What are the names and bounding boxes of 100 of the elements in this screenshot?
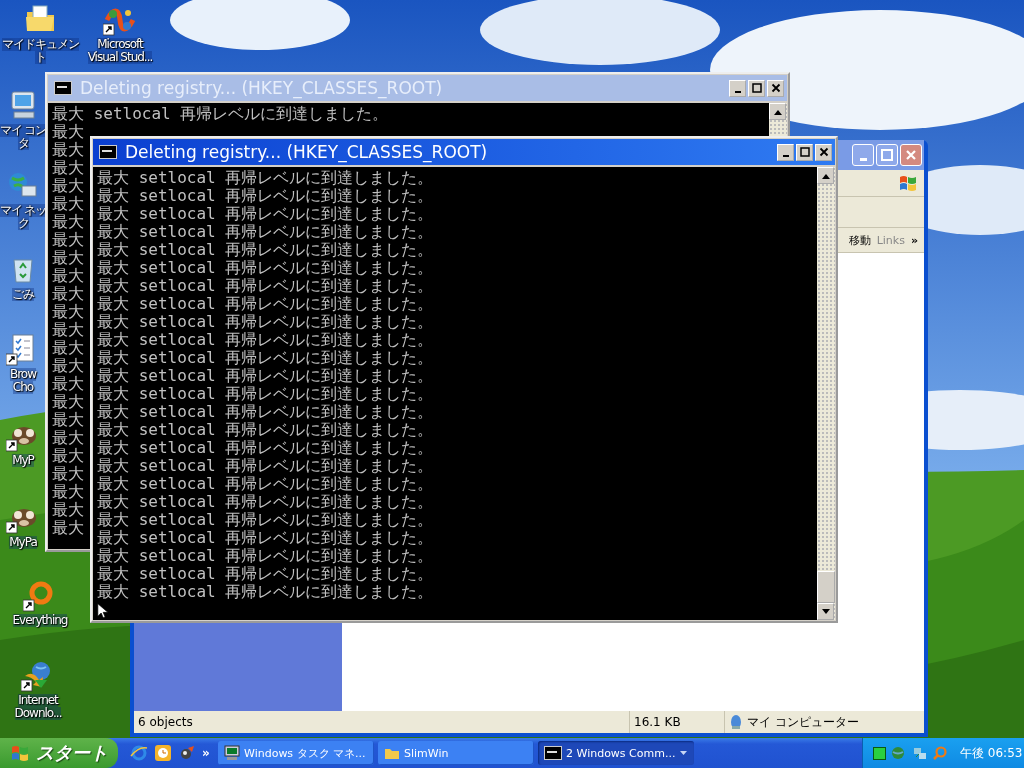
minimize-button[interactable] xyxy=(729,79,746,97)
icon-label: Visual Stud... xyxy=(87,51,153,64)
console-line: 最大 xyxy=(52,429,84,447)
computer-icon xyxy=(729,714,743,730)
icon-label: タ xyxy=(17,137,29,150)
console-line: 最大 xyxy=(52,177,84,195)
maximize-icon xyxy=(799,147,810,157)
close-button[interactable] xyxy=(815,143,832,161)
status-text: 6 objects xyxy=(138,715,193,729)
icon-label: Downlo... xyxy=(14,707,62,720)
console-icon xyxy=(99,145,117,159)
maximize-icon xyxy=(751,83,762,93)
console-line: 最大 xyxy=(52,195,84,213)
maximize-button[interactable] xyxy=(796,143,813,161)
maximize-button[interactable] xyxy=(748,79,765,97)
minimize-icon xyxy=(782,154,789,157)
console-line: 最大 setlocal 再帰レベルに到達しました。 xyxy=(97,295,434,313)
scroll-up-button[interactable] xyxy=(769,103,786,120)
go-button[interactable]: 移動 xyxy=(848,232,871,248)
more-links-button[interactable]: » xyxy=(910,233,918,247)
close-icon xyxy=(905,149,917,161)
taskbar-button[interactable]: Windows タスク マネ... xyxy=(218,741,374,765)
console-line: 最大 xyxy=(52,231,84,249)
minimize-icon xyxy=(859,157,867,161)
icon-label: MyPa xyxy=(9,536,37,549)
minimize-icon xyxy=(734,90,741,93)
icon-label: Cho xyxy=(12,381,34,394)
scrollbar[interactable] xyxy=(817,167,835,620)
console-line: 最大 setlocal 再帰レベルに到達しました。 xyxy=(52,105,389,123)
console-line: 最大 setlocal 再帰レベルに到達しました。 xyxy=(97,223,434,241)
console-line: 最大 xyxy=(52,321,84,339)
console-line: 最大 setlocal 再帰レベルに到達しました。 xyxy=(97,565,434,583)
console-line: 最大 xyxy=(52,213,84,231)
console-line: 最大 setlocal 再帰レベルに到達しました。 xyxy=(97,475,434,493)
icon-label: ごみ xyxy=(12,288,34,301)
close-icon xyxy=(818,147,829,157)
console-line: 最大 xyxy=(52,357,84,375)
clock-icon[interactable] xyxy=(154,744,172,762)
console-line: 最大 setlocal 再帰レベルに到達しました。 xyxy=(97,169,434,187)
console-line: 最大 setlocal 再帰レベルに到達しました。 xyxy=(97,205,434,223)
icon-label: マイ ネッ xyxy=(0,204,47,217)
console-line: 最大 xyxy=(52,519,84,537)
console-line: 最大 setlocal 再帰レベルに到達しました。 xyxy=(97,421,434,439)
icon-label: Everything xyxy=(12,614,68,627)
console-line: 最大 xyxy=(52,465,84,483)
console-line: 最大 xyxy=(52,501,84,519)
status-text: 16.1 KB xyxy=(634,715,681,729)
console-line: 最大 xyxy=(52,123,84,141)
close-button[interactable] xyxy=(767,79,784,97)
console-line: 最大 setlocal 再帰レベルに到達しました。 xyxy=(97,259,434,277)
console-line: 最大 xyxy=(52,141,84,159)
console-line: 最大 setlocal 再帰レベルに到達しました。 xyxy=(97,583,434,601)
taskbar-button[interactable]: SlimWin xyxy=(378,741,534,765)
scroll-up-button[interactable] xyxy=(817,167,834,184)
scroll-thumb[interactable] xyxy=(817,571,835,603)
taskbar-button[interactable]: 2 Windows Comm... xyxy=(538,741,694,765)
console-line: 最大 setlocal 再帰レベルに到達しました。 xyxy=(97,529,434,547)
status-icon[interactable] xyxy=(873,746,886,760)
window-title: Deleting registry... (HKEY_CLASSES_ROOT) xyxy=(80,78,444,98)
caret-icon xyxy=(680,750,688,756)
console-line: 最大 setlocal 再帰レベルに到達しました。 xyxy=(97,547,434,565)
browser-icon[interactable] xyxy=(130,744,148,762)
up-arrow-icon xyxy=(821,172,830,179)
windows-flag-icon xyxy=(10,744,30,762)
icon-label: マイドキュメン xyxy=(1,38,79,51)
console-line: 最大 xyxy=(52,339,84,357)
icon-label: ク xyxy=(17,217,29,230)
console-line: 最大 xyxy=(52,159,84,177)
icon-label: ト xyxy=(34,51,46,64)
console-line: 最大 xyxy=(52,303,84,321)
console-line: 最大 setlocal 再帰レベルに到達しました。 xyxy=(97,277,434,295)
console-icon xyxy=(54,81,72,95)
clock: 午後 06:53 xyxy=(960,744,1023,762)
console-line: 最大 xyxy=(52,411,84,429)
console-line: 最大 xyxy=(52,249,84,267)
console-line: 最大 setlocal 再帰レベルに到達しました。 xyxy=(97,241,434,259)
console-line: 最大 setlocal 再帰レベルに到達しました。 xyxy=(97,511,434,529)
down-arrow-icon xyxy=(821,608,830,615)
up-arrow-icon xyxy=(773,108,782,115)
console-line: 最大 xyxy=(52,285,84,303)
console-line: 最大 setlocal 再帰レベルに到達しました。 xyxy=(97,403,434,421)
window-title: Deleting registry... (HKEY_CLASSES_ROOT) xyxy=(125,142,489,162)
console-line: 最大 setlocal 再帰レベルに到達しました。 xyxy=(97,385,434,403)
console-line: 最大 xyxy=(52,447,84,465)
maximize-icon xyxy=(881,149,893,161)
console-line: 最大 xyxy=(52,393,84,411)
console-line: 最大 setlocal 再帰レベルに到達しました。 xyxy=(97,187,434,205)
console-line: 最大 xyxy=(52,375,84,393)
monitor-icon xyxy=(224,745,240,761)
console-line: 最大 setlocal 再帰レベルに到達しました。 xyxy=(97,367,434,385)
tool-icon[interactable] xyxy=(178,744,196,762)
minimize-button[interactable] xyxy=(777,143,794,161)
console-line: 最大 setlocal 再帰レベルに到達しました。 xyxy=(97,439,434,457)
more-button[interactable]: » xyxy=(202,746,210,760)
close-icon xyxy=(770,83,781,93)
console-line: 最大 setlocal 再帰レベルに到達しました。 xyxy=(97,331,434,349)
icon-label: Microsoft xyxy=(97,38,143,51)
console-line: 最大 xyxy=(52,483,84,501)
scroll-down-button[interactable] xyxy=(817,603,834,620)
console-line: 最大 setlocal 再帰レベルに到達しました。 xyxy=(97,457,434,475)
